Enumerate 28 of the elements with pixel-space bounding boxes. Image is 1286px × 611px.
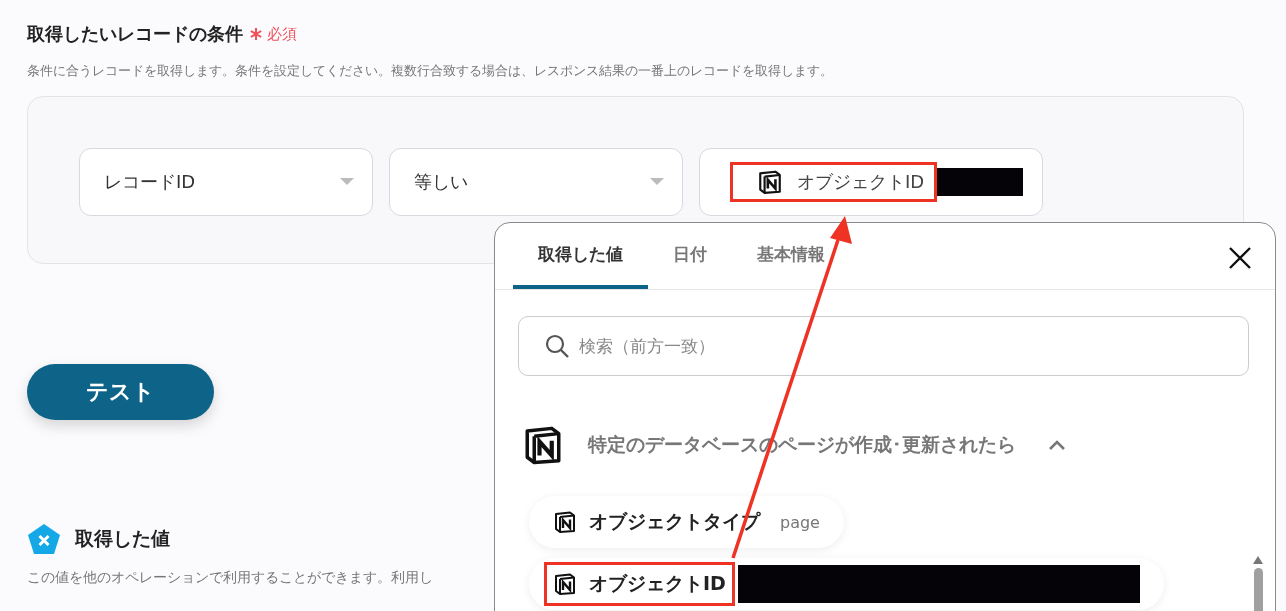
value-chip[interactable]: オブジェクトID — [730, 162, 938, 202]
search-icon — [544, 333, 570, 359]
section-title: 取得したいレコードの条件 — [27, 22, 243, 46]
notion-logo-icon — [757, 169, 783, 195]
search-field[interactable]: 検索（前方一致） — [518, 316, 1249, 376]
scroll-up-icon — [1253, 556, 1263, 564]
item-value: page — [780, 512, 820, 532]
close-button[interactable] — [1227, 245, 1253, 271]
collapse-button[interactable] — [1048, 439, 1066, 451]
dropdown-caret-icon — [650, 178, 664, 186]
tab[interactable]: 日付 — [648, 223, 732, 289]
value-field[interactable]: オブジェクトID — [699, 148, 1043, 216]
item-label: オブジェクトID — [553, 571, 726, 597]
output-title: 取得した値 — [75, 526, 170, 551]
notion-logo-icon — [553, 510, 577, 534]
pentagon-x-icon — [27, 523, 61, 555]
dropdown-caret-icon — [340, 178, 354, 186]
required-text: 必須 — [267, 24, 297, 44]
test-button[interactable]: テスト — [27, 364, 214, 420]
notion-logo-icon — [553, 572, 577, 596]
asterisk-icon — [249, 27, 263, 41]
value-item[interactable]: オブジェクトID — [529, 558, 1164, 610]
field-select[interactable]: レコードID — [79, 148, 373, 216]
tab[interactable]: 基本情報 — [732, 223, 850, 289]
output-description: この値を他のオペレーションで利用することができます。利用し — [27, 569, 433, 587]
section-description: 条件に合うレコードを取得します。条件を設定してください。複数行合致する場合は、レスポンス結果の一番上のレコードを取得します。 — [27, 62, 834, 80]
operator-select[interactable]: 等しい — [389, 148, 683, 216]
tab[interactable]: 取得した値 — [513, 223, 648, 289]
